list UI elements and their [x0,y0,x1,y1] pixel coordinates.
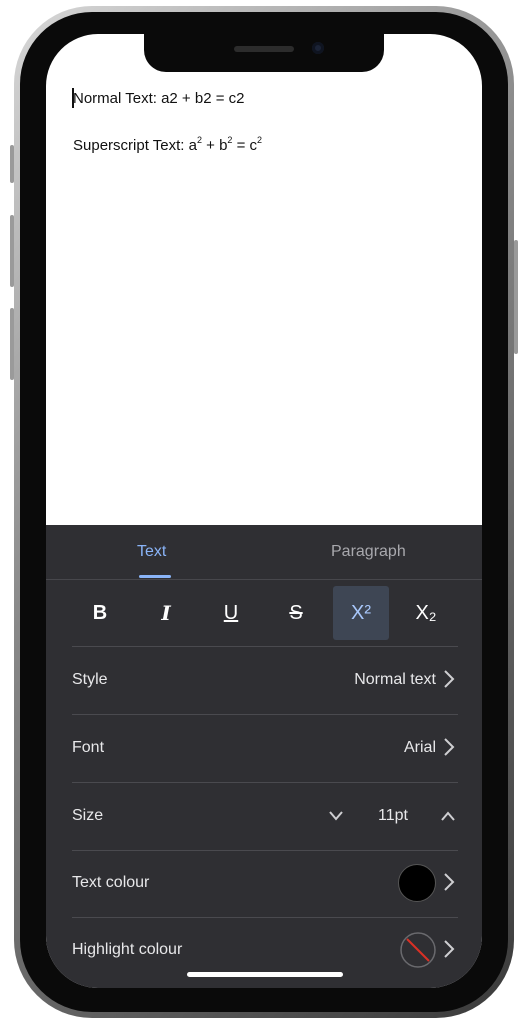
bold-button[interactable]: B [72,586,128,640]
font-value: Arial [403,739,436,756]
active-tab-indicator [139,575,171,578]
bold-icon: B [92,601,108,624]
chevron-down-icon[interactable] [328,809,344,823]
superscript-exponent: 2 [257,135,263,145]
strikethrough-icon: S [289,601,303,624]
style-label: Style [72,671,108,688]
italic-icon: I [161,601,171,625]
text-colour-row[interactable]: Text colour [72,850,458,918]
chevron-right-icon [444,873,455,891]
format-buttons-row: B I U S X² X₂ [72,580,458,647]
tab-text[interactable]: Text [137,543,166,561]
no-color-icon [400,932,436,968]
highlight-colour-label: Highlight colour [72,941,183,958]
underline-icon: U [223,601,239,624]
notch [144,34,384,72]
superscript-equals: = c [232,137,258,154]
superscript-icon: X² [351,601,371,624]
size-value: 11pt [378,807,408,824]
home-indicator[interactable] [187,972,343,977]
chevron-up-icon[interactable] [440,809,456,823]
superscript-prefix: Superscript Text: a [73,137,197,154]
superscript-plus: + b [201,137,228,154]
silent-switch [10,145,14,183]
subscript-icon: X₂ [415,601,437,624]
tab-paragraph[interactable]: Paragraph [331,543,406,561]
format-tabs: Text Paragraph [46,525,482,580]
front-camera [312,42,324,54]
subscript-button[interactable]: X₂ [398,586,454,640]
chevron-right-icon [444,670,455,688]
chevron-right-icon [444,738,455,756]
size-row: Size 11pt [72,783,458,851]
screen: Normal Text: a2 + b2 = c2 Superscript Te… [46,34,482,988]
power-button [514,240,518,354]
format-panel: Text Paragraph B I U S X² X₂ Style Norma… [46,525,482,988]
text-colour-label: Text colour [72,874,150,891]
volume-down-button [10,308,14,380]
document-line-superscript[interactable]: Superscript Text: a2 + b2 = c2 [73,135,262,154]
style-row[interactable]: Style Normal text [72,647,458,715]
superscript-button[interactable]: X² [333,586,389,640]
size-label: Size [72,807,104,824]
speaker [234,46,294,52]
strikethrough-button[interactable]: S [268,586,324,640]
italic-button[interactable]: I [138,586,194,640]
volume-up-button [10,215,14,287]
chevron-right-icon [444,940,455,958]
text-colour-swatch [398,864,436,902]
font-row[interactable]: Font Arial [72,715,458,783]
underline-button[interactable]: U [203,586,259,640]
style-value: Normal text [354,671,436,688]
document-line-normal[interactable]: Normal Text: a2 + b2 = c2 [73,90,244,107]
font-label: Font [72,739,105,756]
